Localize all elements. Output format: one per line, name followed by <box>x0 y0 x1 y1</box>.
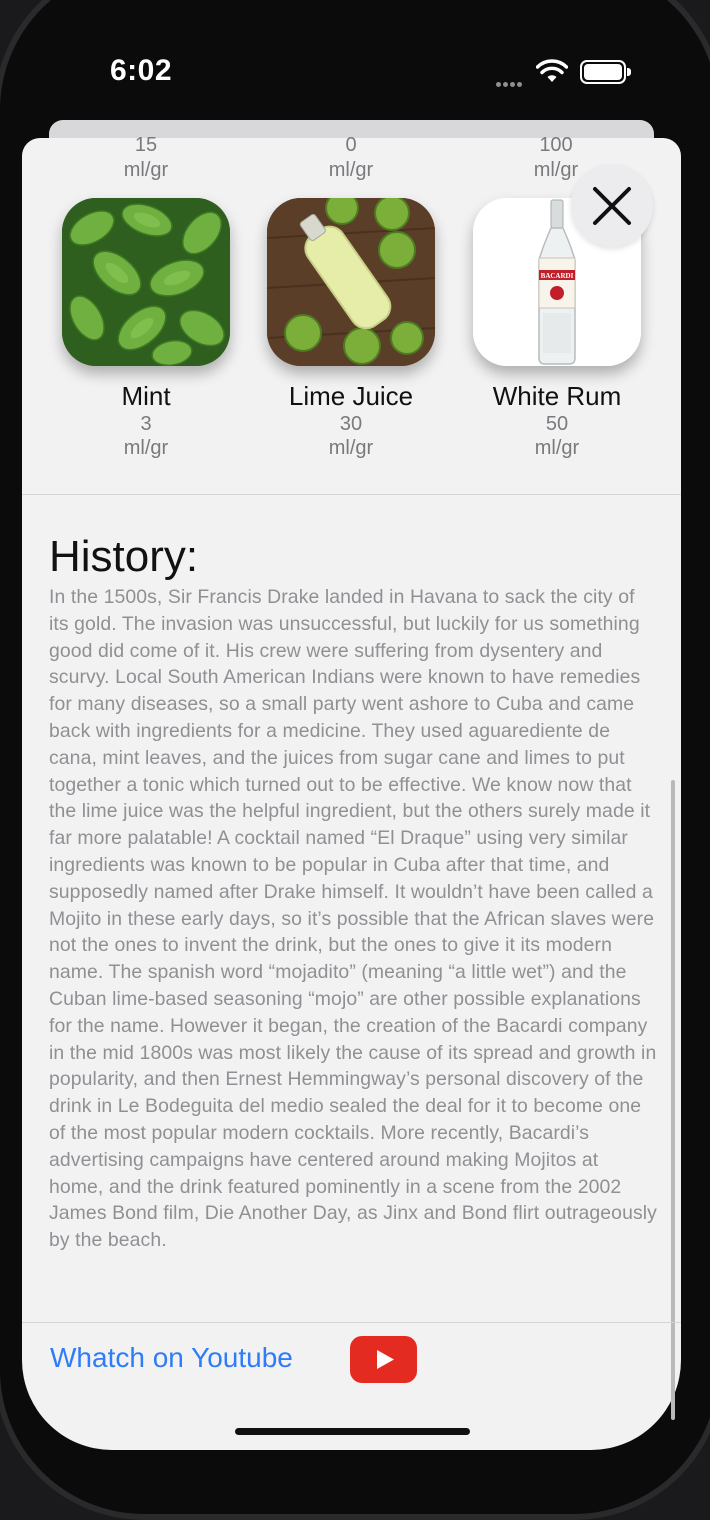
youtube-button[interactable] <box>350 1336 417 1383</box>
battery-icon <box>580 60 631 84</box>
previous-ingredient-unit: ml/gr <box>123 159 169 181</box>
ingredient-name: Lime Juice <box>288 381 414 411</box>
previous-ingredient-amount: 0 <box>345 134 357 156</box>
close-icon <box>593 187 631 225</box>
ingredient-amount: 3 <box>140 413 152 435</box>
home-indicator[interactable] <box>235 1428 470 1435</box>
close-button[interactable] <box>571 165 653 247</box>
previous-ingredient-1: 15 ml/gr <box>56 134 236 182</box>
wifi-icon <box>536 59 568 82</box>
mint-image[interactable] <box>62 198 230 366</box>
ingredient-unit: ml/gr <box>534 437 580 459</box>
ingredient-amount: 30 <box>339 413 363 435</box>
youtube-play-icon <box>377 1350 394 1369</box>
previous-ingredient-amount: 100 <box>539 134 573 156</box>
lime-juice-image[interactable] <box>267 198 435 366</box>
status-bar: 6:02 <box>0 0 710 120</box>
ingredient-unit: ml/gr <box>123 437 169 459</box>
previous-ingredient-amount: 15 <box>134 134 158 156</box>
history-title: History: <box>49 532 199 581</box>
bottle-brand-label: BACARDI <box>541 272 574 280</box>
scrollbar[interactable] <box>671 780 675 1420</box>
ingredient-unit: ml/gr <box>328 437 374 459</box>
ingredient-name: Mint <box>121 381 171 411</box>
section-divider <box>22 494 681 495</box>
lime-juice-bottle-icon <box>267 198 435 366</box>
watch-on-youtube-link[interactable]: Whatch on Youtube <box>50 1342 293 1374</box>
cellular-signal-icon <box>496 74 528 87</box>
ingredient-amount: 50 <box>545 413 569 435</box>
status-time: 6:02 <box>110 54 173 87</box>
ingredient-name: White Rum <box>492 381 622 411</box>
previous-ingredient-2: 0 ml/gr <box>261 134 441 182</box>
history-text: In the 1500s, Sir Francis Drake landed i… <box>49 586 657 1252</box>
footer-divider <box>22 1322 681 1323</box>
mint-leaves-icon <box>62 198 230 366</box>
previous-ingredient-unit: ml/gr <box>328 159 374 181</box>
